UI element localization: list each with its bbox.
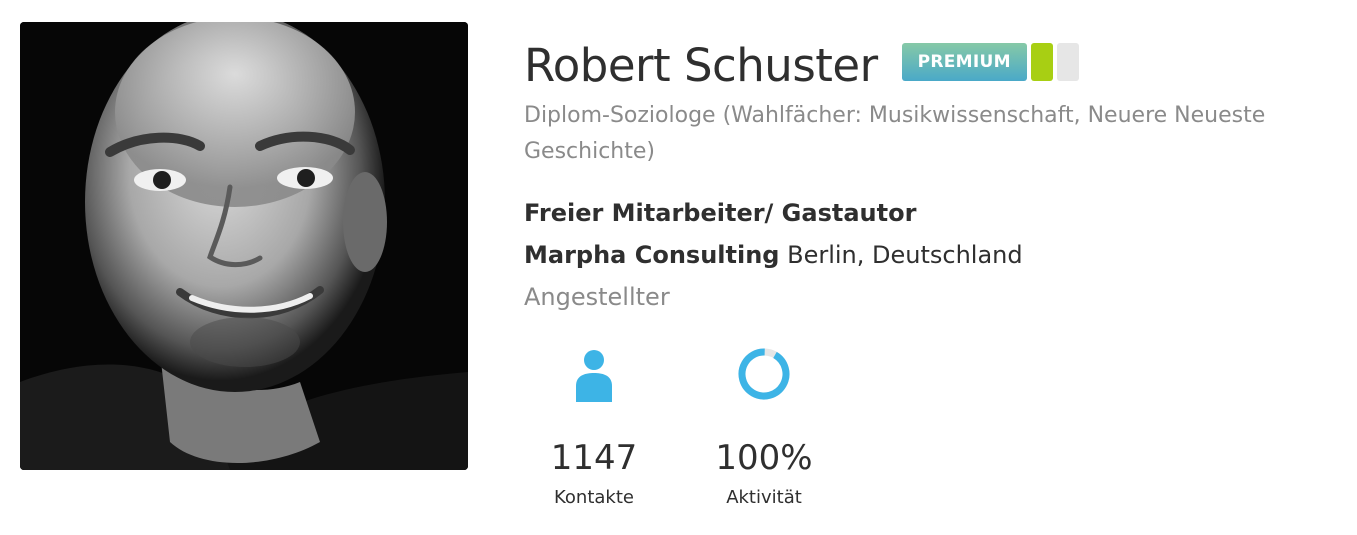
name-row: Robert Schuster PREMIUM	[524, 34, 1324, 96]
degree-text: Diplom-Soziologe (Wahlfächer: Musikwisse…	[524, 103, 1266, 164]
activity-ring-icon	[694, 346, 834, 406]
premium-badge[interactable]: PREMIUM	[901, 43, 1027, 81]
activity-label: Aktivität	[726, 487, 802, 508]
contacts-label: Kontakte	[554, 487, 634, 508]
profile-info: Robert Schuster PREMIUM Diplom-Soziologe…	[524, 34, 1324, 318]
membership-badges: PREMIUM	[901, 43, 1079, 81]
job-position: Freier Mitarbeiter/ Gastautor	[524, 199, 917, 227]
company-name[interactable]: Marpha Consulting	[524, 241, 779, 269]
profile-page: Robert Schuster PREMIUM Diplom-Soziologe…	[0, 0, 1357, 535]
profile-name: Robert Schuster	[524, 38, 878, 92]
person-icon	[524, 346, 664, 406]
portrait-image	[20, 22, 468, 470]
level-bar-active	[1030, 43, 1053, 81]
profile-photo	[20, 22, 468, 470]
activity-value: 100%	[715, 438, 813, 478]
contacts-count: 1147	[550, 438, 638, 478]
company-line: Marpha Consulting Berlin, Deutschland	[524, 234, 1324, 276]
company-location: Berlin, Deutschland	[787, 241, 1023, 269]
stat-activity[interactable]: 100% Aktivität	[694, 346, 834, 510]
stat-contacts[interactable]: 1147 Kontakte	[524, 346, 664, 510]
employment-status: Angestellter	[524, 283, 670, 311]
level-bar-inactive	[1056, 43, 1079, 81]
profile-stats: 1147 Kontakte 100% Aktivität	[524, 346, 864, 510]
